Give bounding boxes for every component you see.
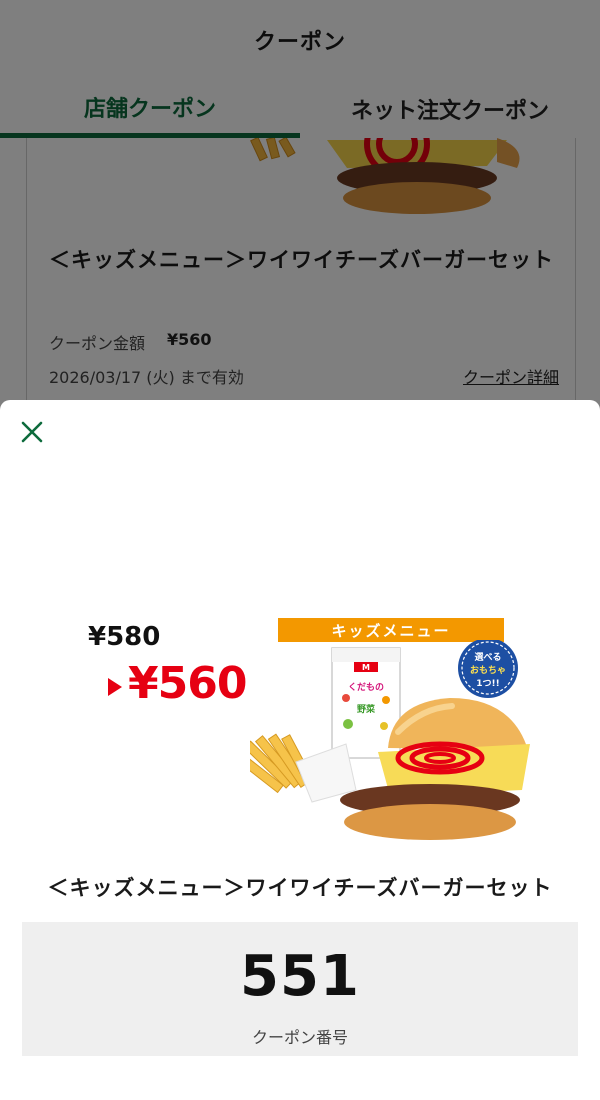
burger-set-illustration: M くだもの 野菜 選べる おもちゃ 1つ!! [250,640,530,840]
close-button[interactable] [16,416,48,448]
coupon-number-box: 551 クーポン番号 [22,922,578,1056]
discount-price: ¥560 [128,658,247,709]
svg-text:1つ!!: 1つ!! [476,679,499,689]
coupon-number: 551 [240,944,360,1009]
close-icon [21,421,43,443]
kids-menu-banner: キッズメニュー [278,618,504,642]
toy-badge: 選べる おもちゃ 1つ!! [458,640,518,698]
coupon-detail-sheet: ¥580 ¥560 キッズメニュー M くだもの 野菜 選べる おもちゃ 1つ!… [0,400,600,1100]
coupon-number-label: クーポン番号 [251,1028,348,1047]
svg-text:選べる: 選べる [474,652,501,663]
svg-text:くだもの: くだもの [348,682,384,693]
svg-text:M: M [362,663,370,672]
coupon-image: ¥580 ¥560 キッズメニュー M くだもの 野菜 選べる おもちゃ 1つ!… [80,610,540,850]
svg-text:野菜: 野菜 [357,703,376,715]
price-arrow-icon [108,678,122,696]
coupon-title: ＜キッズメニュー＞ワイワイチーズバーガーセット [47,876,553,900]
coupon-screen: クーポン 店舗クーポン ネット注文クーポン [0,0,600,1100]
original-price: ¥580 [88,622,161,652]
svg-text:おもちゃ: おもちゃ [470,665,506,676]
